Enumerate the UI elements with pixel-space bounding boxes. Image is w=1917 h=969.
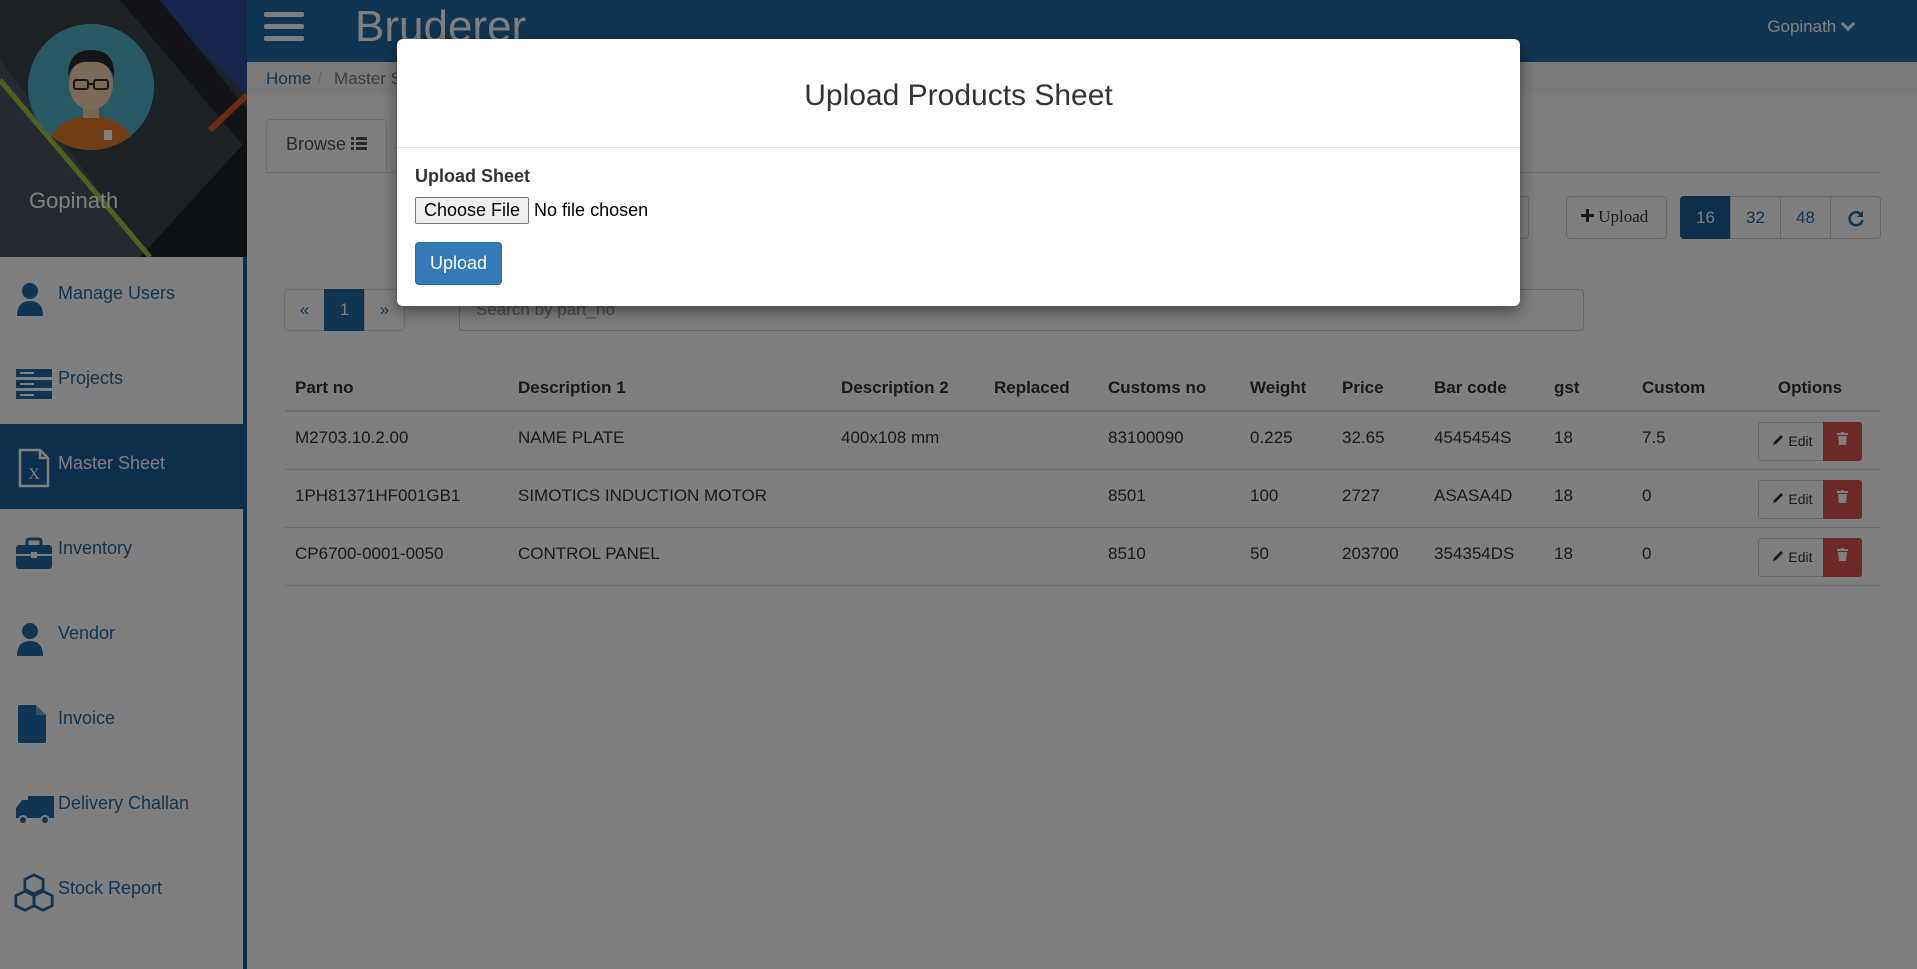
modal-title: Upload Products Sheet	[804, 79, 1113, 112]
upload-modal: Upload Products Sheet Upload Sheet Choos…	[397, 39, 1520, 306]
file-status: No file chosen	[534, 200, 649, 220]
upload-sheet-label: Upload Sheet	[415, 166, 531, 186]
modal-body: Upload Sheet Choose File No file chosen …	[415, 166, 648, 285]
file-input[interactable]: Choose File No file chosen	[415, 197, 648, 224]
modal-header: Upload Products Sheet	[397, 39, 1520, 148]
modal-upload-button[interactable]: Upload	[415, 242, 502, 285]
choose-file-button[interactable]: Choose File	[415, 197, 530, 224]
